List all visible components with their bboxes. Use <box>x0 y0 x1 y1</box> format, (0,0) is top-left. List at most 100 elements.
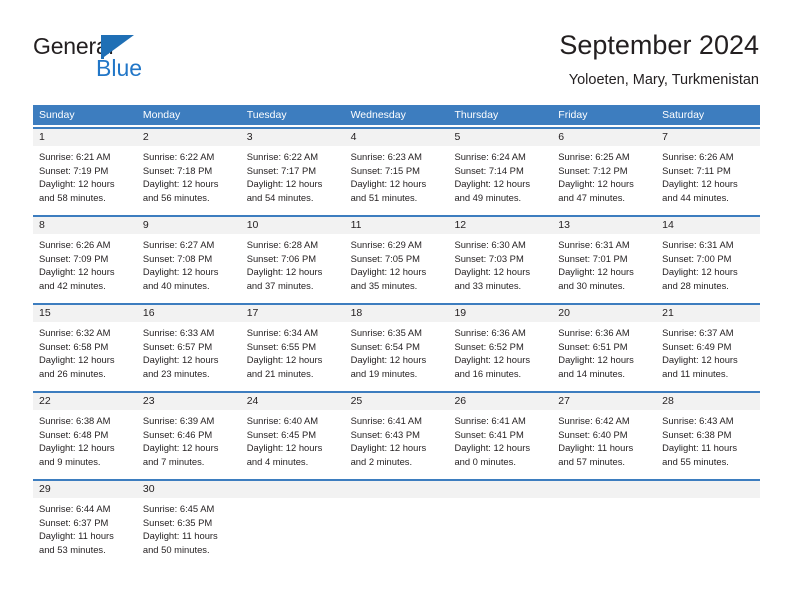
day-daylight-line-text: Daylight: 12 hours <box>454 266 531 278</box>
day-details <box>552 498 656 502</box>
day-sunset-text: Sunset: 6:48 PM <box>39 428 109 440</box>
day-number: 13 <box>552 217 657 234</box>
day-details: Sunrise: 6:36 AM Sunset: 6:52 PM Daylight:… <box>448 322 552 381</box>
day-daylight-line-text: and 16 minutes. <box>454 368 522 380</box>
day-daylight-line-text: and 54 minutes. <box>246 192 314 204</box>
weekday-header-tuesday: Tuesday <box>246 109 287 121</box>
day-daylight-line-text: Daylight: 12 hours <box>350 442 427 454</box>
day-cell[interactable]: 21 Sunrise: 6:37 AM Sunset: 6:49 PM Dayligh… <box>656 305 761 388</box>
day-daylight-line-text: and 44 minutes. <box>662 192 729 204</box>
day-daylight-line-text: and 28 minutes. <box>662 280 729 292</box>
day-daylight-line-text: Daylight: 12 hours <box>558 266 634 278</box>
weekday-header-row: Sunday Monday Tuesday Wednesday Thursday Frid… <box>33 105 760 125</box>
calendar-week-row: 8 Sunrise: 6:26 AM Sunset: 7:09 PM Daylight… <box>33 215 761 300</box>
day-sunrise-text: Sunrise: 6:38 AM <box>39 415 111 426</box>
day-cell[interactable]: 7 Sunrise: 6:26 AM Sunset: 7:11 PM Daylight… <box>656 129 761 212</box>
day-number: 28 <box>656 393 761 410</box>
day-sunset-text: Sunset: 7:08 PM <box>142 252 213 264</box>
day-cell[interactable]: 27 Sunrise: 6:42 AM Sunset: 6:40 PM Dayligh… <box>552 393 657 476</box>
day-cell[interactable]: 28 Sunrise: 6:43 AM Sunset: 6:38 PM Dayligh… <box>656 393 761 476</box>
day-daylight-line-text: Daylight: 12 hours <box>39 266 115 278</box>
day-cell[interactable]: 29 Sunrise: 6:44 AM Sunset: 6:37 PM Dayligh… <box>33 481 137 564</box>
page-header: General Blue September 2024 Yoloeten, Ma… <box>33 28 759 98</box>
day-cell-empty <box>552 481 657 564</box>
day-cell[interactable]: 3 Sunrise: 6:22 AM Sunset: 7:17 PM Daylight… <box>240 129 345 212</box>
day-daylight-line-text: Daylight: 12 hours <box>662 266 738 278</box>
day-daylight-line-text: and 21 minutes. <box>246 368 314 380</box>
day-cell[interactable]: 10 Sunrise: 6:28 AM Sunset: 7:06 PM Dayligh… <box>240 217 345 300</box>
day-details: Sunrise: 6:28 AM Sunset: 7:06 PM Daylight:… <box>241 234 345 293</box>
page-subtitle: Yoloeten, Mary, Turkmenistan <box>568 72 759 88</box>
day-number <box>448 481 553 498</box>
day-cell[interactable]: 15 Sunrise: 6:32 AM Sunset: 6:58 PM Dayligh… <box>33 305 137 388</box>
calendar-weeks: 1 Sunrise: 6:21 AM Sunset: 7:19 PM Daylight… <box>33 127 761 564</box>
day-daylight-line-text: Daylight: 12 hours <box>39 442 115 454</box>
calendar-week-row: 15 Sunrise: 6:32 AM Sunset: 6:58 PM Dayligh… <box>33 303 761 388</box>
day-cell[interactable]: 26 Sunrise: 6:41 AM Sunset: 6:41 PM Dayligh… <box>448 393 553 476</box>
day-number: 14 <box>656 217 761 234</box>
day-number: 7 <box>656 129 761 146</box>
day-cell[interactable]: 17 Sunrise: 6:34 AM Sunset: 6:55 PM Dayligh… <box>240 305 345 388</box>
logo[interactable]: General Blue <box>33 33 263 89</box>
day-cell[interactable]: 6 Sunrise: 6:25 AM Sunset: 7:12 PM Daylight… <box>552 129 657 212</box>
day-sunset-text: Sunset: 6:49 PM <box>662 340 732 352</box>
day-sunrise-text: Sunrise: 6:44 AM <box>39 503 111 514</box>
day-cell[interactable]: 1 Sunrise: 6:21 AM Sunset: 7:19 PM Daylight… <box>33 129 137 212</box>
day-cell[interactable]: 23 Sunrise: 6:39 AM Sunset: 6:46 PM Dayligh… <box>136 393 241 476</box>
day-cell[interactable]: 2 Sunrise: 6:22 AM Sunset: 7:18 PM Daylight… <box>136 129 241 212</box>
day-sunset-text: Sunset: 7:12 PM <box>558 164 628 176</box>
day-details: Sunrise: 6:43 AM Sunset: 6:38 PM Daylight:… <box>656 410 760 469</box>
day-details: Sunrise: 6:26 AM Sunset: 7:09 PM Daylight:… <box>33 234 137 293</box>
day-sunset-text: Sunset: 7:03 PM <box>454 252 524 264</box>
day-cell[interactable]: 13 Sunrise: 6:31 AM Sunset: 7:01 PM Dayligh… <box>552 217 657 300</box>
weekday-header-thursday: Thursday <box>454 109 499 121</box>
day-daylight-line-text: Daylight: 12 hours <box>662 178 738 190</box>
day-daylight-line-text: and 40 minutes. <box>142 280 210 292</box>
day-sunrise-text: Sunrise: 6:24 AM <box>454 151 526 162</box>
day-daylight-line-text: Daylight: 12 hours <box>662 354 738 366</box>
day-sunrise-text: Sunrise: 6:35 AM <box>350 327 422 338</box>
day-sunset-text: Sunset: 7:18 PM <box>142 164 213 176</box>
day-cell[interactable]: 16 Sunrise: 6:33 AM Sunset: 6:57 PM Dayligh… <box>136 305 241 388</box>
day-sunrise-text: Sunrise: 6:21 AM <box>39 151 111 162</box>
day-cell[interactable]: 19 Sunrise: 6:36 AM Sunset: 6:52 PM Dayligh… <box>448 305 553 388</box>
day-sunrise-text: Sunrise: 6:28 AM <box>246 239 319 250</box>
day-daylight-line-text: Daylight: 12 hours <box>246 266 323 278</box>
day-number: 9 <box>136 217 241 234</box>
day-cell[interactable]: 8 Sunrise: 6:26 AM Sunset: 7:09 PM Daylight… <box>33 217 137 300</box>
day-cell[interactable]: 9 Sunrise: 6:27 AM Sunset: 7:08 PM Daylight… <box>136 217 241 300</box>
day-number: 15 <box>33 305 137 322</box>
day-number: 22 <box>33 393 137 410</box>
day-sunrise-text: Sunrise: 6:29 AM <box>350 239 422 250</box>
day-cell[interactable]: 20 Sunrise: 6:36 AM Sunset: 6:51 PM Dayligh… <box>552 305 657 388</box>
day-details: Sunrise: 6:34 AM Sunset: 6:55 PM Daylight:… <box>241 322 345 381</box>
day-sunrise-text: Sunrise: 6:31 AM <box>662 239 734 250</box>
day-cell[interactable]: 11 Sunrise: 6:29 AM Sunset: 7:05 PM Dayligh… <box>344 217 449 300</box>
day-number <box>552 481 657 498</box>
day-daylight-line-text: and 14 minutes. <box>558 368 626 380</box>
day-sunrise-text: Sunrise: 6:41 AM <box>454 415 526 426</box>
day-daylight-line-text: and 58 minutes. <box>39 192 106 204</box>
day-number: 25 <box>344 393 449 410</box>
day-number: 16 <box>136 305 241 322</box>
day-cell[interactable]: 5 Sunrise: 6:24 AM Sunset: 7:14 PM Daylight… <box>448 129 553 212</box>
day-daylight-line-text: and 51 minutes. <box>350 192 418 204</box>
day-sunrise-text: Sunrise: 6:27 AM <box>142 239 215 250</box>
day-cell[interactable]: 24 Sunrise: 6:40 AM Sunset: 6:45 PM Dayligh… <box>240 393 345 476</box>
day-daylight-line-text: Daylight: 11 hours <box>39 530 114 542</box>
day-cell[interactable]: 18 Sunrise: 6:35 AM Sunset: 6:54 PM Dayligh… <box>344 305 449 388</box>
day-sunset-text: Sunset: 6:45 PM <box>246 428 317 440</box>
day-cell[interactable]: 30 Sunrise: 6:45 AM Sunset: 6:35 PM Dayligh… <box>136 481 241 564</box>
day-cell[interactable]: 25 Sunrise: 6:41 AM Sunset: 6:43 PM Dayligh… <box>344 393 449 476</box>
day-daylight-line-text: and 0 minutes. <box>454 456 516 468</box>
day-sunset-text: Sunset: 7:01 PM <box>558 252 628 264</box>
day-daylight-line-text: and 11 minutes. <box>662 368 729 380</box>
day-details: Sunrise: 6:42 AM Sunset: 6:40 PM Daylight:… <box>552 410 656 469</box>
day-cell[interactable]: 14 Sunrise: 6:31 AM Sunset: 7:00 PM Dayligh… <box>656 217 761 300</box>
day-sunrise-text: Sunrise: 6:42 AM <box>558 415 630 426</box>
day-cell[interactable]: 22 Sunrise: 6:38 AM Sunset: 6:48 PM Dayligh… <box>33 393 137 476</box>
day-number: 2 <box>136 129 241 146</box>
day-cell[interactable]: 4 Sunrise: 6:23 AM Sunset: 7:15 PM Daylight… <box>344 129 449 212</box>
day-daylight-line-text: and 55 minutes. <box>662 456 729 468</box>
day-cell[interactable]: 12 Sunrise: 6:30 AM Sunset: 7:03 PM Dayligh… <box>448 217 553 300</box>
